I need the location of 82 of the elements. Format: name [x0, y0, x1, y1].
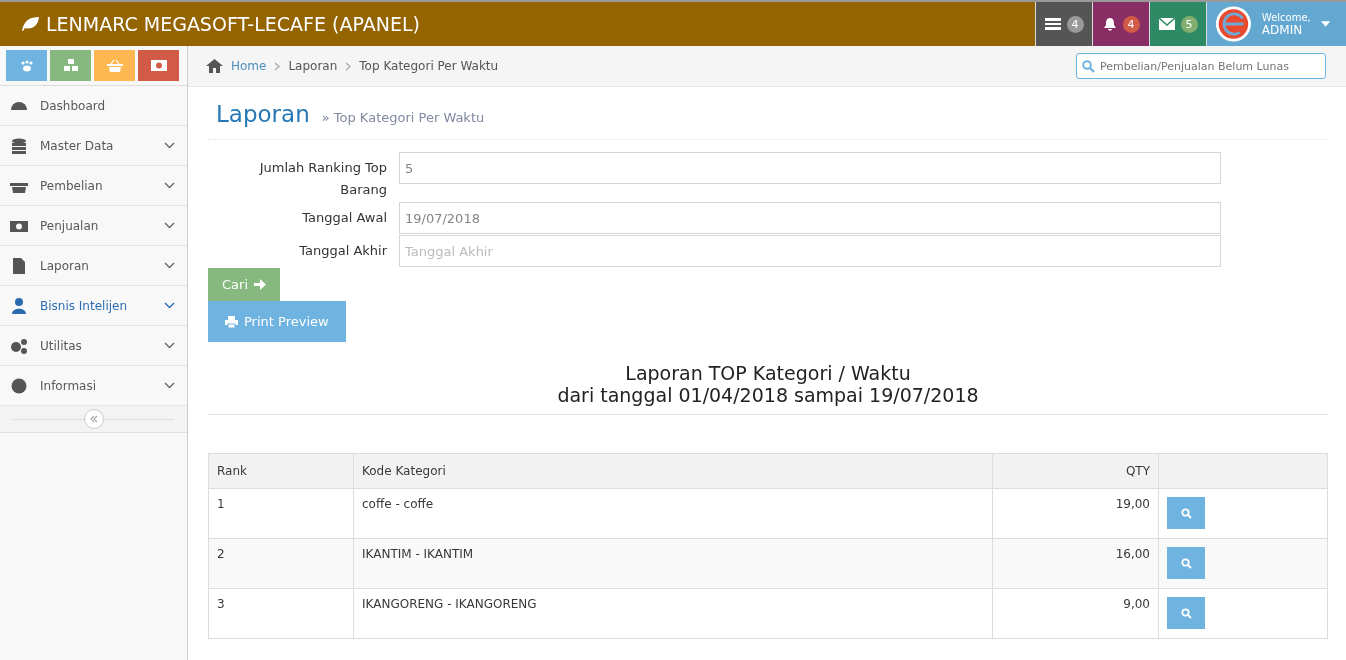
- arrow-right-icon: [254, 279, 266, 290]
- document-icon: [10, 257, 28, 274]
- table-cell: 16,00: [992, 538, 1159, 589]
- user-name: ADMIN: [1261, 22, 1304, 37]
- caret-icon: [1320, 21, 1330, 27]
- column-header: Rank: [208, 453, 354, 489]
- count-badge: 5: [1180, 15, 1198, 33]
- report-title: Laporan TOP Kategori / Waktu: [624, 362, 912, 384]
- basket-icon: [106, 59, 123, 72]
- welcome-text: Welcome,: [1261, 11, 1311, 23]
- home-icon: [206, 59, 223, 73]
- money-icon: [150, 60, 167, 71]
- sidebar-item[interactable]: Utilitas: [0, 326, 187, 366]
- table-cell: 2: [208, 538, 354, 589]
- field-label: Tanggal Akhir: [298, 242, 387, 260]
- notification-button[interactable]: 4: [1092, 2, 1149, 46]
- chevron-down-icon: [164, 342, 175, 349]
- field-label: Tanggal Awal: [301, 209, 387, 227]
- column-header: QTY: [992, 453, 1159, 489]
- input-field[interactable]: Tanggal Akhir: [399, 235, 1221, 267]
- search-icon: [1180, 607, 1192, 619]
- chevron-right-icon: [274, 61, 281, 71]
- sidebar-item[interactable]: Pembelian: [0, 166, 187, 206]
- search-field[interactable]: Pembelian/Penjualan Belum Lunas: [1076, 53, 1326, 79]
- bell-icon: [1102, 16, 1117, 32]
- input-field[interactable]: 5: [399, 152, 1221, 184]
- printer-icon: [225, 315, 238, 328]
- search-icon: [1180, 507, 1192, 519]
- view-button[interactable]: [1167, 547, 1205, 579]
- database-icon: [10, 137, 28, 154]
- table-cell: 1: [208, 488, 354, 539]
- user-icon: [10, 297, 28, 314]
- breadcrumb-text: Top Kategori Per Waktu: [359, 59, 499, 73]
- sidebar-item[interactable]: Laporan: [0, 246, 187, 286]
- double-chevron-left-icon: [88, 415, 99, 423]
- field-label: Jumlah Ranking Top Barang: [258, 159, 387, 199]
- sidebar-item[interactable]: Dashboard: [0, 86, 187, 126]
- table-cell: 3: [208, 588, 354, 639]
- chevron-down-icon: [164, 262, 175, 269]
- search-button[interactable]: Cari: [208, 268, 280, 301]
- chevron-right-icon: [345, 61, 352, 71]
- chevron-down-icon: [164, 142, 175, 149]
- shortcut-button[interactable]: [94, 50, 135, 81]
- notification-button[interactable]: 4: [1035, 2, 1092, 46]
- user-menu[interactable]: Welcome, ADMIN: [1206, 2, 1346, 46]
- chevron-down-icon: [164, 382, 175, 389]
- notification-button[interactable]: 5: [1149, 2, 1206, 46]
- page-subtitle: » Top Kategori Per Waktu: [321, 110, 485, 125]
- view-button[interactable]: [1167, 497, 1205, 529]
- sidebar-item[interactable]: Penjualan: [0, 206, 187, 246]
- chevron-down-icon: [164, 182, 175, 189]
- chevron-down-icon: [164, 222, 175, 229]
- paw-icon: [19, 59, 34, 72]
- print-preview-button[interactable]: Print Preview: [208, 301, 346, 342]
- cubes-icon: [62, 59, 79, 72]
- shortcut-button[interactable]: [6, 50, 47, 81]
- table-cell: coffe - coffe: [353, 488, 993, 539]
- table-cell: IKANTIM - IKANTIM: [353, 538, 993, 589]
- input-field[interactable]: 19/07/2018: [399, 202, 1221, 234]
- count-badge: 4: [1066, 15, 1084, 33]
- count-badge: 4: [1122, 15, 1140, 33]
- envelope-icon: [1158, 18, 1175, 30]
- sidebar-item[interactable]: Master Data: [0, 126, 187, 166]
- chevron-down-icon: [164, 302, 175, 309]
- column-header: Kode Kategori: [353, 453, 993, 489]
- page-title: Laporan: [216, 101, 310, 127]
- collapse-sidebar-button[interactable]: [83, 409, 104, 429]
- table-cell: 19,00: [992, 488, 1159, 539]
- table-cell: IKANGORENG - IKANGORENG: [353, 588, 993, 639]
- list-icon: [1044, 18, 1061, 30]
- view-button[interactable]: [1167, 597, 1205, 629]
- report-subtitle: dari tanggal 01/04/2018 sampai 19/07/2018: [556, 384, 980, 406]
- search-icon: [1180, 557, 1192, 569]
- shortcut-button[interactable]: [50, 50, 91, 81]
- breadcrumb-text: Laporan: [288, 59, 338, 73]
- app-title: LENMARC MEGASOFT-LECAFE (APANEL): [46, 13, 420, 35]
- shortcut-button[interactable]: [138, 50, 179, 81]
- table-cell: 9,00: [992, 588, 1159, 639]
- breadcrumb-link[interactable]: Home: [231, 59, 267, 73]
- avatar-icon: [1215, 4, 1252, 44]
- leaf-icon: [20, 16, 40, 32]
- sidebar-item[interactable]: Bisnis Intelijen: [0, 286, 187, 326]
